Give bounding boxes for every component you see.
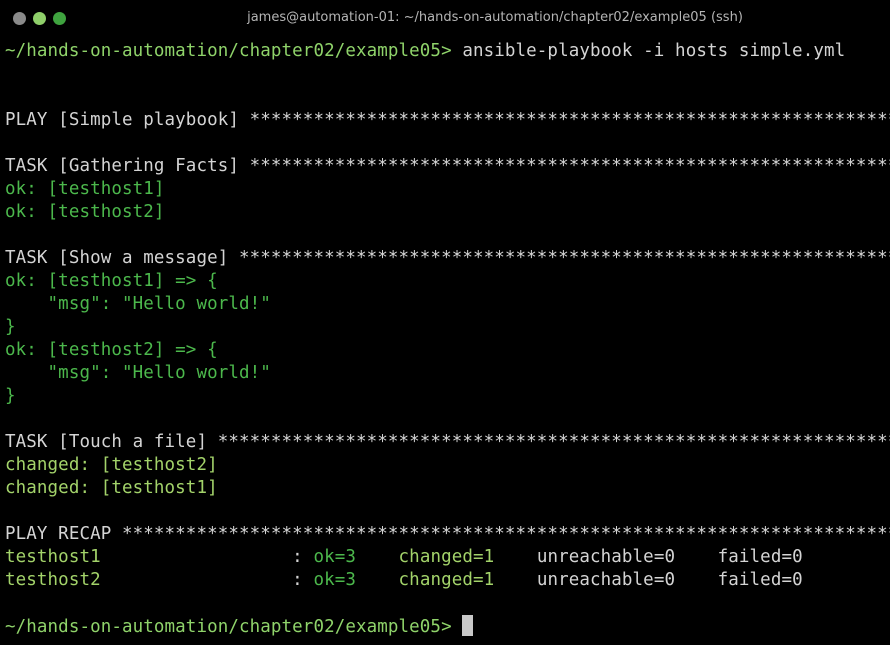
terminal-text-text: unreachable=0 failed=0 [494, 570, 803, 590]
terminal-text-text [356, 547, 399, 567]
terminal-output[interactable]: ~/hands-on-automation/chapter02/example0… [5, 40, 890, 638]
terminal-text-prompt: ~/hands-on-automation/chapter02/example0… [5, 41, 463, 61]
terminal-line: ok: [testhost2] => { [5, 339, 890, 362]
terminal-line: PLAY RECAP *****************************… [5, 523, 890, 546]
terminal-text-text: unreachable=0 failed=0 [494, 547, 803, 567]
terminal-text-ok: ok: [testhost1] [5, 179, 165, 199]
terminal-text-text: TASK [Touch a file] ********************… [5, 432, 890, 452]
window-title: james@automation-01: ~/hands-on-automati… [247, 10, 743, 25]
terminal-line: changed: [testhost1] [5, 477, 890, 500]
terminal-text-text: TASK [Gathering Facts] *****************… [5, 156, 890, 176]
terminal-text-ok: "msg": "Hello world!" [5, 363, 271, 383]
terminal-line: "msg": "Hello world!" [5, 362, 890, 385]
terminal-text-ok: } [5, 386, 16, 406]
terminal-text-ok: ok=3 [313, 570, 356, 590]
terminal-line: } [5, 316, 890, 339]
terminal-line: } [5, 385, 890, 408]
terminal-text-changed: changed=1 [398, 570, 495, 590]
terminal-line: TASK [Gathering Facts] *****************… [5, 155, 890, 178]
terminal-text-ok: ok: [testhost2] [5, 202, 165, 222]
terminal-line: PLAY [Simple playbook] *****************… [5, 109, 890, 132]
terminal-text-changed: changed: [testhost1] [5, 478, 218, 498]
terminal-text-changed: changed=1 [398, 547, 495, 567]
terminal-line: ok: [testhost1] [5, 178, 890, 201]
terminal-text-ok: ok: [testhost1] => { [5, 271, 218, 291]
terminal-text-text: PLAY [Simple playbook] *****************… [5, 110, 890, 130]
terminal-text-text: PLAY RECAP *****************************… [5, 524, 890, 544]
terminal-text-ok: ok=3 [313, 547, 356, 567]
terminal-line: testhost1 : ok=3 changed=1 unreachable=0… [5, 546, 890, 569]
terminal-text-changed: changed: [testhost2] [5, 455, 218, 475]
terminal-text-text: : [100, 547, 314, 567]
terminal-text-text: : [100, 570, 314, 590]
terminal-line: changed: [testhost2] [5, 454, 890, 477]
terminal-text-ok: ok: [testhost2] => { [5, 340, 218, 360]
terminal-line: "msg": "Hello world!" [5, 293, 890, 316]
terminal-line: ok: [testhost2] [5, 201, 890, 224]
terminal-text-text [356, 570, 399, 590]
cursor [462, 615, 474, 636]
terminal-text-prompt: ~/hands-on-automation/chapter02/example0… [5, 617, 463, 637]
terminal-line: ok: [testhost1] => { [5, 270, 890, 293]
terminal-text-text: TASK [Show a message] ******************… [5, 248, 890, 268]
terminal-text-ok: "msg": "Hello world!" [5, 294, 271, 314]
terminal-line: ~/hands-on-automation/chapter02/example0… [5, 40, 890, 63]
terminal-text-changed: testhost2 [5, 570, 101, 590]
terminal-text-text: ansible-playbook -i hosts simple.yml [462, 41, 846, 61]
terminal-line: TASK [Touch a file] ********************… [5, 431, 890, 454]
terminal-line: TASK [Show a message] ******************… [5, 247, 890, 270]
terminal-line: ~/hands-on-automation/chapter02/example0… [5, 615, 890, 638]
terminal-text-changed: testhost1 [5, 547, 101, 567]
window-titlebar: james@automation-01: ~/hands-on-automati… [0, 0, 890, 32]
terminal-line: testhost2 : ok=3 changed=1 unreachable=0… [5, 569, 890, 592]
terminal-text-ok: } [5, 317, 16, 337]
